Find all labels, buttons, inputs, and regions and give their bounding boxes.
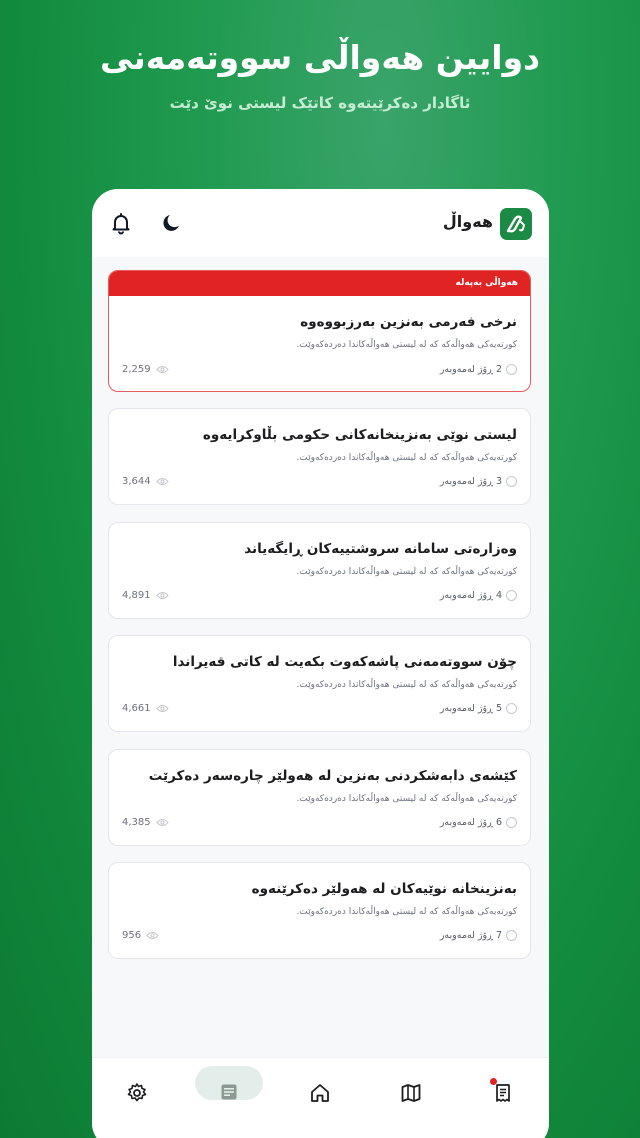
news-views: 4,891 bbox=[122, 590, 169, 601]
view-count: 956 bbox=[122, 930, 142, 941]
phone-screen: هەواڵ هەواڵی بەپەلە نرخی فەرمی بەنزین بە… bbox=[92, 189, 549, 1138]
news-card[interactable]: بەنزینخانە نوێیەکان لە هەولێر دەکرێنەوە … bbox=[108, 862, 531, 959]
news-summary: کورتەیەکی هەواڵەکە کە لە لیستی هەواڵەکان… bbox=[296, 453, 517, 463]
document-list-icon bbox=[496, 1084, 510, 1102]
eye-icon bbox=[155, 477, 169, 486]
news-time: 6 ڕۆژ لەمەوبەر bbox=[440, 817, 517, 828]
nav-map[interactable] bbox=[381, 1068, 441, 1118]
notification-dot bbox=[490, 1078, 497, 1085]
bell-icon[interactable] bbox=[109, 211, 133, 235]
news-time: 4 ڕۆژ لەمەوبەر bbox=[440, 590, 517, 601]
moon-icon[interactable] bbox=[160, 211, 184, 235]
news-time-text: 7 ڕۆژ لەمەوبەر bbox=[439, 930, 502, 941]
nav-lists[interactable] bbox=[473, 1068, 533, 1118]
news-views: 3,644 bbox=[122, 476, 169, 487]
news-time: 7 ڕۆژ لەمەوبەر bbox=[440, 930, 517, 941]
view-count: 4,385 bbox=[122, 817, 151, 828]
clock-icon bbox=[506, 930, 517, 941]
news-summary: کورتەیەکی هەواڵەکە کە لە لیستی هەواڵەکان… bbox=[296, 680, 517, 690]
news-time: 2 ڕۆژ لەمەوبەر bbox=[440, 364, 517, 375]
news-time-text: 2 ڕۆژ لەمەوبەر bbox=[439, 364, 502, 375]
fuel-pump-icon bbox=[500, 208, 532, 240]
news-summary: کورتەیەکی هەواڵەکە کە لە لیستی هەواڵەکان… bbox=[296, 340, 517, 350]
news-summary: کورتەیەکی هەواڵەکە کە لە لیستی هەواڵەکان… bbox=[296, 907, 517, 917]
urgent-badge: هەواڵی بەپەلە bbox=[109, 271, 530, 296]
home-icon bbox=[311, 1084, 329, 1102]
news-card[interactable]: وەزارەتی سامانە سروشتییەکان ڕایگەیاند کو… bbox=[108, 522, 531, 619]
news-card[interactable]: چۆن سووتەمەنی پاشەکەوت بکەیت لە کاتی قەی… bbox=[108, 635, 531, 732]
eye-icon bbox=[155, 818, 169, 827]
nav-home[interactable] bbox=[290, 1068, 350, 1118]
app-title: هەواڵ bbox=[442, 212, 493, 231]
eye-icon bbox=[155, 704, 169, 713]
news-title: لیستی نوێی بەنزینخانەکانی حکومی بڵاوکرای… bbox=[202, 427, 517, 443]
eye-icon bbox=[155, 591, 169, 600]
news-summary: کورتەیەکی هەواڵەکە کە لە لیستی هەواڵەکان… bbox=[296, 567, 517, 577]
news-title: نرخی فەرمی بەنزین بەرزبووەوە bbox=[300, 314, 517, 330]
news-time-text: 3 ڕۆژ لەمەوبەر bbox=[439, 476, 502, 487]
news-card[interactable]: هەواڵی بەپەلە نرخی فەرمی بەنزین بەرزبووە… bbox=[108, 270, 531, 392]
nav-settings[interactable] bbox=[107, 1068, 167, 1118]
news-views: 4,385 bbox=[122, 817, 169, 828]
news-title: چۆن سووتەمەنی پاشەکەوت بکەیت لە کاتی قەی… bbox=[172, 654, 517, 670]
hero-subtitle: ئاگادار دەکرێیتەوە کاتێک لیستی نوێ دێت bbox=[169, 94, 471, 112]
news-time-text: 4 ڕۆژ لەمەوبەر bbox=[439, 590, 502, 601]
news-list: هەواڵی بەپەلە نرخی فەرمی بەنزین بەرزبووە… bbox=[92, 257, 549, 1057]
clock-icon bbox=[506, 703, 517, 714]
news-title: کێشەی دابەشکردنی بەنزین لە هەولێر چارەسە… bbox=[148, 768, 517, 784]
clock-icon bbox=[506, 817, 517, 828]
news-time: 5 ڕۆژ لەمەوبەر bbox=[440, 703, 517, 714]
clock-icon bbox=[506, 476, 517, 487]
clock-icon bbox=[506, 590, 517, 601]
news-title: بەنزینخانە نوێیەکان لە هەولێر دەکرێنەوە bbox=[251, 881, 517, 897]
news-views: 956 bbox=[122, 930, 159, 941]
view-count: 2,259 bbox=[122, 364, 151, 375]
hero-title: دوایین هەواڵی سووتەمەنی bbox=[99, 38, 541, 77]
view-count: 4,661 bbox=[122, 703, 151, 714]
eye-icon bbox=[155, 365, 169, 374]
news-time-text: 5 ڕۆژ لەمەوبەر bbox=[439, 703, 502, 714]
top-bar: هەواڵ bbox=[92, 189, 549, 257]
newspaper-icon bbox=[221, 1084, 237, 1100]
news-views: 4,661 bbox=[122, 703, 169, 714]
news-summary: کورتەیەکی هەواڵەکە کە لە لیستی هەواڵەکان… bbox=[296, 794, 517, 804]
news-card[interactable]: کێشەی دابەشکردنی بەنزین لە هەولێر چارەسە… bbox=[108, 749, 531, 846]
nav-news[interactable] bbox=[199, 1068, 259, 1118]
bottom-nav bbox=[92, 1057, 549, 1138]
view-count: 3,644 bbox=[122, 476, 151, 487]
clock-icon bbox=[506, 364, 517, 375]
news-views: 2,259 bbox=[122, 364, 169, 375]
gear-icon bbox=[127, 1083, 147, 1102]
news-time-text: 6 ڕۆژ لەمەوبەر bbox=[439, 817, 502, 828]
news-time: 3 ڕۆژ لەمەوبەر bbox=[440, 476, 517, 487]
map-icon bbox=[401, 1084, 421, 1102]
view-count: 4,891 bbox=[122, 590, 151, 601]
news-card[interactable]: لیستی نوێی بەنزینخانەکانی حکومی بڵاوکرای… bbox=[108, 408, 531, 505]
news-title: وەزارەتی سامانە سروشتییەکان ڕایگەیاند bbox=[244, 541, 517, 557]
eye-icon bbox=[146, 931, 159, 940]
